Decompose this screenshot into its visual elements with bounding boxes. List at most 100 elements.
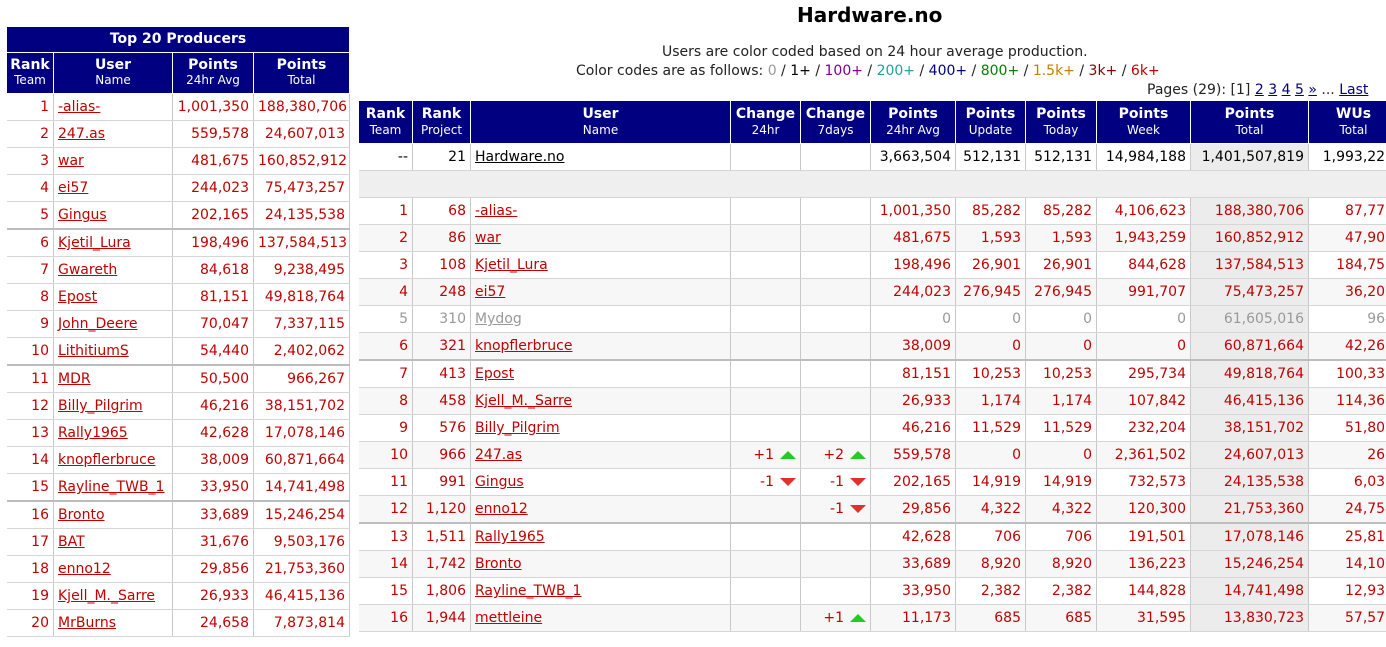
top-producer-row: 9 John_Deere 70,047 7,337,115 [6,310,350,338]
total-cell: 17,078,146 [1190,523,1309,551]
next-page-link[interactable]: » [1308,82,1317,98]
rank-team-cell: 9 [358,414,413,442]
user-link[interactable]: Gwareth [58,262,117,278]
points-avg-cell: 84,618 [172,256,254,284]
user-link[interactable]: ei57 [475,284,505,300]
user-link[interactable]: knopflerbruce [58,452,155,468]
update-cell: 512,131 [955,143,1026,171]
user-name-cell: BAT [53,528,173,556]
members-header-0[interactable]: Rank Team [358,100,413,144]
members-header-10[interactable]: WUs Total [1308,100,1386,144]
rank-team-cell: 2 [358,224,413,252]
ch7-cell [800,278,871,306]
top-producer-row: 13 Rally1965 42,628 17,078,146 [6,419,350,447]
user-link[interactable]: Billy_Pilgrim [58,398,143,414]
user-link[interactable]: Epost [58,289,97,305]
rank-project-cell: 68 [412,197,471,225]
members-header-subtitle: Project [420,123,463,137]
user-link[interactable]: Bronto [475,556,522,572]
legend-separator: / [915,63,929,79]
user-link[interactable]: Mydog [475,311,522,327]
avg-cell: 481,675 [870,224,956,252]
name-cell: war [470,224,731,252]
members-header-3[interactable]: Change 24hr [730,100,801,144]
user-link[interactable]: Rally1965 [58,425,128,441]
user-link[interactable]: LithitiumS [58,343,129,359]
user-link[interactable]: Rally1965 [475,529,545,545]
top-producers-header-1[interactable]: User Name [53,52,173,94]
user-link[interactable]: BAT [58,534,85,550]
user-link[interactable]: 247.as [58,126,105,142]
top-producers-header-2[interactable]: Points 24hr Avg [172,52,254,94]
update-cell: 0 [955,305,1026,333]
points-total-cell: 75,473,257 [253,174,350,202]
update-cell: 276,945 [955,278,1026,306]
avg-cell: 244,023 [870,278,956,306]
user-link[interactable]: Gingus [58,207,107,223]
arrow-down-icon [850,505,866,513]
top-producers-header-0[interactable]: Rank Team [6,52,54,94]
user-link[interactable]: Billy_Pilgrim [475,420,560,436]
avg-cell: 559,578 [870,441,956,469]
user-link[interactable]: Bronto [58,507,105,523]
user-link[interactable]: -alias- [475,203,517,219]
user-link[interactable]: 247.as [475,447,522,463]
page-link-5[interactable]: 5 [1295,82,1304,98]
points-avg-cell: 202,165 [172,201,254,230]
members-header-title: Points [1224,106,1275,122]
user-link[interactable]: Rayline_TWB_1 [475,583,581,599]
pagination: Pages (29): [1] 2 3 4 5 » ... Last [1147,82,1368,98]
user-link[interactable]: Hardware.no [475,149,564,165]
members-header-5[interactable]: Points 24hr Avg [870,100,956,144]
user-link[interactable]: knopflerbruce [475,338,572,354]
user-link[interactable]: Kjetil_Lura [475,257,548,273]
user-link[interactable]: Gingus [475,474,524,490]
page-link-2[interactable]: 2 [1255,82,1264,98]
legend-code: 1+ [790,63,811,79]
user-link[interactable]: ei57 [58,180,88,196]
top-producers-header-3[interactable]: Points Total [253,52,350,94]
points-total-cell: 38,151,702 [253,392,350,420]
current-page: [1] [1230,82,1251,98]
members-header-7[interactable]: Points Today [1025,100,1097,144]
top-producers-header-title: Points [276,57,327,73]
members-header-1[interactable]: Rank Project [412,100,471,144]
rank-team-cell: 5 [358,305,413,333]
user-link[interactable]: Kjell_M._Sarre [475,393,572,409]
user-link[interactable]: mettleine [475,610,542,626]
members-header-4[interactable]: Change 7days [800,100,871,144]
members-table: Rank Team Rank Project User Name Change 24hr Cha… [358,100,1386,632]
ch7-cell [800,387,871,415]
user-link[interactable]: John_Deere [58,316,138,332]
name-cell: mettleine [470,604,731,632]
name-cell: Mydog [470,305,731,333]
user-link[interactable]: war [475,230,501,246]
page-title: Hardware.no [797,3,943,27]
user-link[interactable]: Rayline_TWB_1 [58,479,164,495]
legend-separator: / [810,63,825,79]
rank-change-value: -1 [830,501,844,517]
members-header-9[interactable]: Points Total [1190,100,1309,144]
user-link[interactable]: MDR [58,371,91,387]
week-cell: 295,734 [1096,360,1191,388]
user-link[interactable]: enno12 [475,501,528,517]
user-link[interactable]: MrBurns [58,615,116,631]
user-link[interactable]: -alias- [58,99,100,115]
members-header-2[interactable]: User Name [470,100,731,144]
user-link[interactable]: Kjetil_Lura [58,235,131,251]
user-name-cell: war [53,147,173,175]
page-link-4[interactable]: 4 [1282,82,1291,98]
user-link[interactable]: enno12 [58,561,111,577]
total-cell: 137,584,513 [1190,251,1309,279]
page-link-3[interactable]: 3 [1268,82,1277,98]
members-table-container[interactable]: Rank Team Rank Project User Name Change 24hr Cha… [358,100,1386,647]
user-link[interactable]: war [58,153,84,169]
members-header-6[interactable]: Points Update [955,100,1026,144]
rank-team-cell: 4 [358,278,413,306]
members-header-8[interactable]: Points Week [1096,100,1191,144]
user-link[interactable]: Kjell_M._Sarre [58,588,155,604]
last-page-link[interactable]: Last [1339,82,1368,98]
user-link[interactable]: Epost [475,366,514,382]
legend-code: 100+ [824,63,863,79]
ch24-cell [730,251,801,279]
